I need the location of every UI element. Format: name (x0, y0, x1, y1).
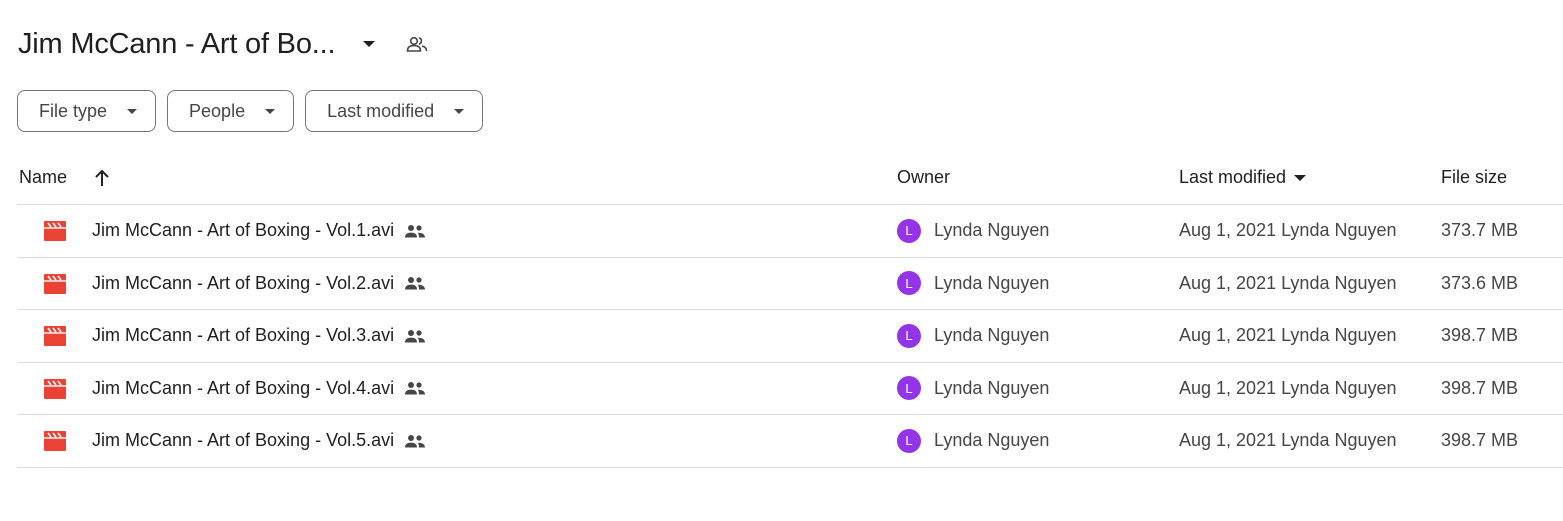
people-outline-icon[interactable] (405, 32, 429, 56)
avatar: L (897, 271, 921, 296)
owner-cell: L Lynda Nguyen (897, 258, 1049, 310)
shared-people-icon (404, 329, 426, 343)
file-name-cell: Jim McCann - Art of Boxing - Vol.1.avi (92, 205, 426, 257)
table-row[interactable]: Jim McCann - Art of Boxing - Vol.4.avi L… (17, 363, 1563, 415)
last-modified-cell: Aug 1, 2021 Lynda Nguyen (1179, 325, 1397, 346)
shared-people-icon (404, 224, 426, 238)
file-type-filter-label: File type (39, 100, 108, 121)
file-name-cell: Jim McCann - Art of Boxing - Vol.3.avi (92, 310, 426, 362)
owner-name: Lynda Nguyen (934, 325, 1050, 346)
avatar: L (897, 428, 921, 453)
table-row[interactable]: Jim McCann - Art of Boxing - Vol.5.avi L… (17, 415, 1563, 468)
column-header-file-size[interactable]: File size (1441, 167, 1507, 188)
last-modified-filter-label: Last modified (327, 100, 435, 121)
file-size-cell: 398.7 MB (1441, 325, 1519, 346)
avatar: L (897, 323, 921, 348)
file-name: Jim McCann - Art of Boxing - Vol.3.avi (92, 325, 395, 346)
avatar: L (897, 218, 921, 243)
last-modified-cell: Aug 1, 2021 Lynda Nguyen (1179, 220, 1397, 241)
arrow-drop-down-icon[interactable] (357, 32, 381, 56)
folder-header: Jim McCann - Art of Bo... (18, 22, 429, 66)
filter-chips: File type People Last modified (17, 90, 484, 132)
table-row[interactable]: Jim McCann - Art of Boxing - Vol.2.avi L… (17, 258, 1563, 310)
shared-people-icon (404, 381, 426, 395)
column-header-owner[interactable]: Owner (897, 167, 950, 188)
column-header-name-label: Name (19, 167, 68, 187)
table-header: Name Owner Last modified File size (17, 152, 1563, 205)
avatar: L (897, 376, 921, 401)
arrow-drop-down-icon (1294, 174, 1307, 181)
last-modified-cell: Aug 1, 2021 Lynda Nguyen (1179, 430, 1397, 451)
column-header-last-modified-label: Last modified (1179, 167, 1287, 187)
column-header-file-size-label: File size (1441, 167, 1508, 187)
video-file-icon (43, 326, 67, 346)
column-header-name[interactable]: Name (19, 167, 110, 188)
people-filter-label: People (189, 100, 246, 121)
file-name: Jim McCann - Art of Boxing - Vol.2.avi (92, 272, 395, 293)
owner-name: Lynda Nguyen (934, 377, 1050, 398)
people-filter-button[interactable]: People (167, 90, 295, 132)
video-file-icon (43, 221, 67, 241)
file-name-cell: Jim McCann - Art of Boxing - Vol.4.avi (92, 363, 426, 415)
video-file-icon (43, 273, 67, 294)
owner-name: Lynda Nguyen (934, 220, 1050, 241)
owner-cell: L Lynda Nguyen (897, 205, 1049, 257)
video-file-icon (43, 378, 67, 399)
last-modified-filter-button[interactable]: Last modified (305, 90, 484, 132)
table-row[interactable]: Jim McCann - Art of Boxing - Vol.1.avi L… (17, 205, 1563, 258)
column-header-owner-label: Owner (897, 167, 951, 187)
owner-cell: L Lynda Nguyen (897, 363, 1049, 415)
chevron-down-icon (454, 108, 465, 114)
shared-people-icon (404, 276, 426, 290)
table-row[interactable]: Jim McCann - Art of Boxing - Vol.3.avi L… (17, 310, 1563, 363)
arrow-upward-icon[interactable] (94, 169, 110, 187)
file-size-cell: 398.7 MB (1441, 430, 1519, 451)
folder-title[interactable]: Jim McCann - Art of Bo... (18, 28, 336, 61)
file-name: Jim McCann - Art of Boxing - Vol.1.avi (92, 220, 395, 241)
file-type-filter-button[interactable]: File type (17, 90, 157, 132)
file-list: Name Owner Last modified File size Jim M… (17, 152, 1563, 468)
shared-people-icon (404, 434, 426, 448)
file-size-cell: 373.7 MB (1441, 220, 1519, 241)
last-modified-cell: Aug 1, 2021 Lynda Nguyen (1179, 272, 1397, 293)
file-name-cell: Jim McCann - Art of Boxing - Vol.5.avi (92, 415, 426, 467)
chevron-down-icon (265, 108, 276, 114)
owner-name: Lynda Nguyen (934, 272, 1050, 293)
owner-name: Lynda Nguyen (934, 430, 1050, 451)
file-name: Jim McCann - Art of Boxing - Vol.4.avi (92, 377, 395, 398)
file-size-cell: 398.7 MB (1441, 377, 1519, 398)
chevron-down-icon (127, 108, 138, 114)
video-file-icon (43, 431, 67, 451)
owner-cell: L Lynda Nguyen (897, 415, 1049, 467)
file-name-cell: Jim McCann - Art of Boxing - Vol.2.avi (92, 258, 426, 310)
owner-cell: L Lynda Nguyen (897, 310, 1049, 362)
file-size-cell: 373.6 MB (1441, 272, 1519, 293)
column-header-last-modified[interactable]: Last modified (1179, 167, 1307, 188)
file-name: Jim McCann - Art of Boxing - Vol.5.avi (92, 430, 395, 451)
last-modified-cell: Aug 1, 2021 Lynda Nguyen (1179, 377, 1397, 398)
